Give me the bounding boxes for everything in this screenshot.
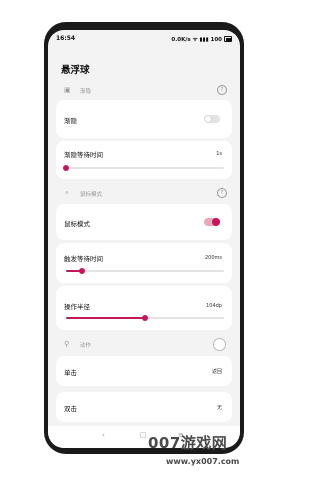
watermark-logo: 007游戏网 [148,434,228,452]
slider-thumb[interactable] [63,165,69,171]
action-circle-button[interactable] [213,338,226,351]
status-right-text: 0.0K/s ᯤ ▮▮▮ 100 [171,37,222,43]
fade-wait-card: 渐隐等待时间 1s [56,141,232,179]
battery-icon [224,36,232,42]
home-nav-icon[interactable]: □ [140,431,147,439]
status-bar: 16:54 0.0K/s ᯤ ▮▮▮ 100 [48,30,240,48]
page-title: 悬浮球 [61,65,90,76]
mouse-toggle-card[interactable]: 鼠标模式 [56,204,232,240]
section-label-fade: 渐隐 [80,89,92,95]
slider-fill [66,317,145,319]
fade-wait-label: 渐隐等待时间 [64,151,103,159]
op-radius-label: 操作半径 [64,303,90,311]
watermark-url: www.yx007.com [166,457,240,466]
trigger-wait-slider[interactable] [66,268,224,274]
help-icon[interactable]: ? [217,85,227,95]
fade-toggle-label: 渐隐 [64,117,77,125]
toggle-knob [205,116,211,122]
back-nav-icon[interactable]: ‹ [102,431,105,439]
trigger-wait-card: 触发等待时间 200ms [56,243,232,283]
single-tap-row[interactable]: 单击 返回 [56,356,232,386]
section-header-action: ⚲ 动作 [48,336,240,352]
status-indicators: 0.0K/s ᯤ ▮▮▮ 100 [171,35,232,43]
mouse-icon: ⚬ [64,189,70,197]
fade-wait-slider[interactable] [63,165,224,171]
status-time: 16:54 [56,35,76,42]
section-label-mouse: 鼠标模式 [80,192,103,198]
slider-thumb[interactable] [142,315,148,321]
mouse-toggle-label: 鼠标模式 [64,220,90,228]
section-header-mouse: ⚬ 鼠标模式 ? [48,185,240,201]
help-icon[interactable]: ? [217,188,227,198]
person-icon: ⚲ [64,340,70,348]
double-tap-label: 双击 [64,405,77,413]
fade-section-icon: ▣ [64,86,71,94]
screen: 16:54 0.0K/s ᯤ ▮▮▮ 100 悬浮球 ▣ 渐隐 ? 渐隐 渐隐等… [48,30,240,448]
op-radius-slider[interactable] [66,315,224,321]
trigger-wait-label: 触发等待时间 [64,255,103,263]
fade-toggle-card[interactable]: 渐隐 [56,100,232,138]
single-tap-label: 单击 [64,369,77,377]
toggle-knob [212,218,220,226]
section-header-fade: ▣ 渐隐 ? [48,82,240,98]
op-radius-card: 操作半径 104dp [56,286,232,330]
slider-thumb[interactable] [78,268,85,274]
section-label-action: 动作 [80,343,92,349]
trigger-wait-value: 200ms [204,255,222,261]
double-tap-row[interactable]: 双击 无 [56,392,232,422]
op-radius-value: 104dp [206,303,222,309]
double-tap-value: 无 [216,405,222,411]
mouse-toggle-switch[interactable] [204,218,220,226]
fade-wait-value: 1s [216,151,222,157]
single-tap-value: 返回 [211,369,222,375]
fade-toggle-switch[interactable] [204,115,220,123]
